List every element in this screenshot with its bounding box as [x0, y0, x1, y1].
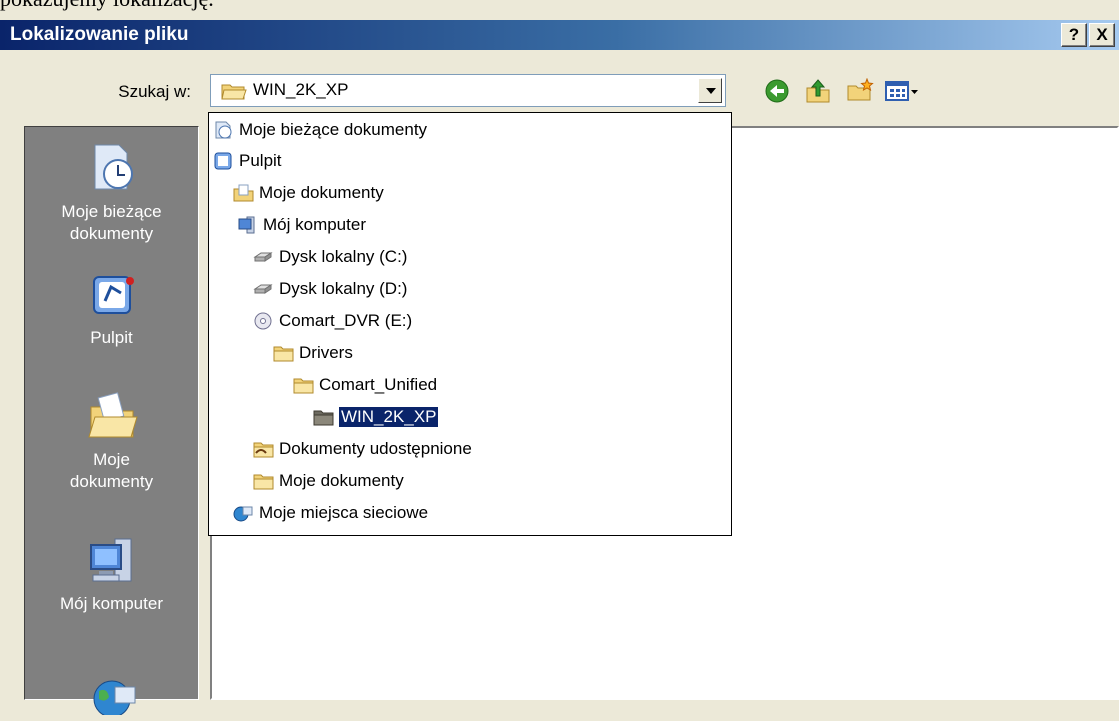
close-button[interactable]: X: [1089, 23, 1115, 47]
network-places-icon: [93, 680, 135, 715]
open-folder-icon: [221, 84, 247, 100]
look-in-dropdown-list[interactable]: Moje bieżące dokumenty Pulpit Moje dokumen…: [208, 112, 732, 536]
my-computer-icon: [238, 216, 255, 234]
dropdown-item-label: Dokumenty udostępnione: [279, 439, 472, 458]
dropdown-item[interactable]: Comart_DVR (E:): [253, 308, 412, 334]
recent-documents-icon: [94, 144, 133, 190]
new-folder-icon[interactable]: [846, 78, 874, 104]
dropdown-item-label: Drivers: [299, 343, 353, 362]
dialog-titlebar[interactable]: Lokalizowanie pliku ? X: [0, 20, 1119, 50]
dropdown-item-label: WIN_2K_XP: [337, 406, 440, 428]
places-bar: Moje bieżące dokumenty Pulpit Moje dokum…: [24, 126, 199, 715]
desktop-icon: [214, 152, 232, 170]
dropdown-item[interactable]: Moje dokumenty: [233, 180, 384, 206]
view-menu-icon[interactable]: [884, 78, 920, 104]
dialog-title: Lokalizowanie pliku: [10, 24, 189, 45]
folder-icon: [293, 378, 314, 394]
dropdown-item[interactable]: WIN_2K_XP: [313, 404, 440, 430]
place-label: Moje dokumenty: [69, 450, 154, 491]
folder-icon: [273, 346, 294, 362]
cd-drive-icon: [254, 312, 272, 330]
recent-documents-icon: [215, 121, 232, 139]
place-desktop[interactable]: Pulpit: [25, 271, 198, 349]
dropdown-item[interactable]: Dokumenty udostępnione: [253, 436, 472, 462]
place-network[interactable]: [25, 675, 198, 721]
open-folder-icon: [313, 410, 334, 426]
my-documents-icon: [233, 184, 254, 202]
network-places-icon: [233, 506, 253, 522]
hard-drive-icon: [253, 252, 273, 262]
hard-drive-icon: [253, 284, 273, 294]
place-label: Pulpit: [90, 328, 133, 347]
dropdown-item[interactable]: Moje dokumenty: [253, 468, 404, 494]
place-my-documents[interactable]: Moje dokumenty: [25, 389, 198, 493]
dropdown-item[interactable]: Comart_Unified: [293, 372, 437, 398]
dropdown-item[interactable]: Pulpit: [213, 148, 282, 174]
dropdown-item[interactable]: Moje bieżące dokumenty: [213, 117, 427, 143]
place-label: Mój komputer: [60, 594, 163, 613]
shared-folder-icon: [253, 442, 274, 458]
help-button[interactable]: ?: [1061, 23, 1087, 47]
dropdown-item[interactable]: Moje miejsca sieciowe: [233, 500, 428, 526]
dropdown-item-label: Moje bieżące dokumenty: [239, 120, 428, 139]
desktop-icon: [92, 276, 134, 314]
dropdown-item-label: Moje miejsca sieciowe: [259, 503, 429, 522]
dropdown-item-label: Mój komputer: [263, 215, 366, 234]
document-caption-text: pokazujemy lokalizację.: [0, 0, 214, 11]
look-in-combobox[interactable]: WIN_2K_XP: [210, 74, 726, 107]
dropdown-item-label: Dysk lokalny (C:): [279, 247, 408, 266]
look-in-label: Szukaj w:: [118, 82, 191, 101]
dropdown-item-label: Dysk lokalny (D:): [279, 279, 408, 298]
dropdown-item-label: Pulpit: [239, 151, 282, 170]
my-documents-icon: [87, 392, 138, 438]
place-my-computer[interactable]: Mój komputer: [25, 537, 198, 615]
look-in-value: WIN_2K_XP: [253, 80, 349, 99]
place-recent-documents[interactable]: Moje bieżące dokumenty: [25, 139, 198, 245]
combo-dropdown-arrow-icon[interactable]: [698, 78, 722, 103]
up-folder-icon[interactable]: [804, 78, 832, 104]
back-icon[interactable]: [764, 78, 792, 104]
dropdown-item-label: Moje dokumenty: [259, 183, 384, 202]
dropdown-item[interactable]: Dysk lokalny (C:): [253, 244, 407, 270]
folder-icon: [253, 474, 274, 490]
my-computer-icon: [89, 538, 131, 582]
place-label: Moje bieżące dokumenty: [61, 202, 162, 243]
dropdown-item[interactable]: Dysk lokalny (D:): [253, 276, 407, 302]
dropdown-item-label: Moje dokumenty: [279, 471, 404, 490]
dropdown-item-label: Comart_Unified: [319, 375, 438, 394]
dropdown-item[interactable]: Drivers: [273, 340, 353, 366]
dropdown-item[interactable]: Mój komputer: [237, 212, 366, 238]
dropdown-item-label: Comart_DVR (E:): [279, 311, 413, 330]
